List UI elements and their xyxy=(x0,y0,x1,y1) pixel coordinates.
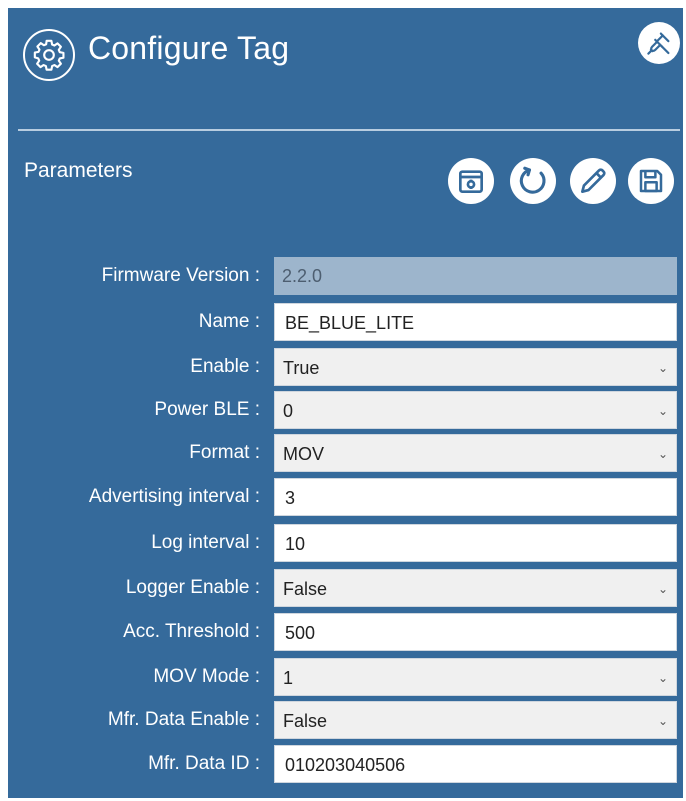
name-input[interactable]: BE_BLUE_LITE xyxy=(274,303,677,341)
page-title: Configure Tag xyxy=(88,30,290,66)
format-row: Format : MOV ⌄ xyxy=(8,434,683,472)
configure-tag-panel: Configure Tag Parameters Firmware Versio… xyxy=(8,8,683,798)
acc-threshold-input[interactable]: 500 xyxy=(274,613,677,651)
chevron-down-icon: ⌄ xyxy=(657,447,668,461)
power-ble-select-value: 0 xyxy=(283,401,294,421)
chevron-down-icon: ⌄ xyxy=(657,361,668,375)
mfr-data-id-row: Mfr. Data ID : 010203040506 xyxy=(8,745,683,783)
log-interval-input[interactable]: 10 xyxy=(274,524,677,562)
mfr-data-enable-label: Mfr. Data Enable : xyxy=(107,709,260,730)
name-row: Name : BE_BLUE_LITE xyxy=(8,303,683,341)
enable-select[interactable]: True ⌄ xyxy=(274,348,677,386)
refresh-icon[interactable] xyxy=(510,158,556,204)
acc-threshold-row: Acc. Threshold : 500 xyxy=(8,613,683,651)
advertising-interval-label: Advertising interval : xyxy=(88,486,260,507)
logger-enable-select-value: False xyxy=(283,579,328,599)
save-icon[interactable] xyxy=(628,158,674,204)
chevron-down-icon: ⌄ xyxy=(657,582,668,596)
power-ble-label: Power BLE : xyxy=(154,399,260,420)
parameters-heading: Parameters xyxy=(24,159,133,182)
logger-enable-select[interactable]: False ⌄ xyxy=(274,569,677,607)
format-select-value: MOV xyxy=(283,444,325,464)
chevron-down-icon: ⌄ xyxy=(657,714,668,728)
mov-mode-label: MOV Mode : xyxy=(153,666,260,687)
settings-calendar-icon[interactable] xyxy=(448,158,494,204)
unlink-icon[interactable] xyxy=(638,22,680,64)
power-ble-row: Power BLE : 0 ⌄ xyxy=(8,391,683,429)
firmware-version-label: Firmware Version : xyxy=(101,265,260,286)
header-divider xyxy=(18,129,680,131)
mov-mode-row: MOV Mode : 1 ⌄ xyxy=(8,658,683,696)
gear-icon xyxy=(23,29,75,81)
log-interval-row: Log interval : 10 xyxy=(8,524,683,562)
mov-mode-select[interactable]: 1 ⌄ xyxy=(274,658,677,696)
mfr-data-enable-row: Mfr. Data Enable : False ⌄ xyxy=(8,701,683,739)
name-label: Name : xyxy=(198,311,260,332)
power-ble-select[interactable]: 0 ⌄ xyxy=(274,391,677,429)
advertising-interval-row: Advertising interval : 3 xyxy=(8,478,683,516)
logger-enable-row: Logger Enable : False ⌄ xyxy=(8,569,683,607)
format-label: Format : xyxy=(189,442,260,463)
log-interval-label: Log interval : xyxy=(151,532,260,553)
format-select[interactable]: MOV ⌄ xyxy=(274,434,677,472)
mov-mode-select-value: 1 xyxy=(283,668,294,688)
mfr-data-id-input[interactable]: 010203040506 xyxy=(274,745,677,783)
firmware-version-field: 2.2.0 xyxy=(274,257,677,295)
edit-icon[interactable] xyxy=(570,158,616,204)
panel-header: Configure Tag xyxy=(8,8,683,128)
enable-label: Enable : xyxy=(190,356,260,377)
enable-select-value: True xyxy=(283,358,320,378)
mfr-data-enable-select[interactable]: False ⌄ xyxy=(274,701,677,739)
chevron-down-icon: ⌄ xyxy=(657,404,668,418)
mfr-data-enable-select-value: False xyxy=(283,711,328,731)
mfr-data-id-label: Mfr. Data ID : xyxy=(148,753,260,774)
acc-threshold-label: Acc. Threshold : xyxy=(123,621,260,642)
chevron-down-icon: ⌄ xyxy=(657,671,668,685)
advertising-interval-input[interactable]: 3 xyxy=(274,478,677,516)
firmware-version-row: Firmware Version : 2.2.0 xyxy=(8,257,683,295)
enable-row: Enable : True ⌄ xyxy=(8,348,683,386)
logger-enable-label: Logger Enable : xyxy=(125,577,260,598)
